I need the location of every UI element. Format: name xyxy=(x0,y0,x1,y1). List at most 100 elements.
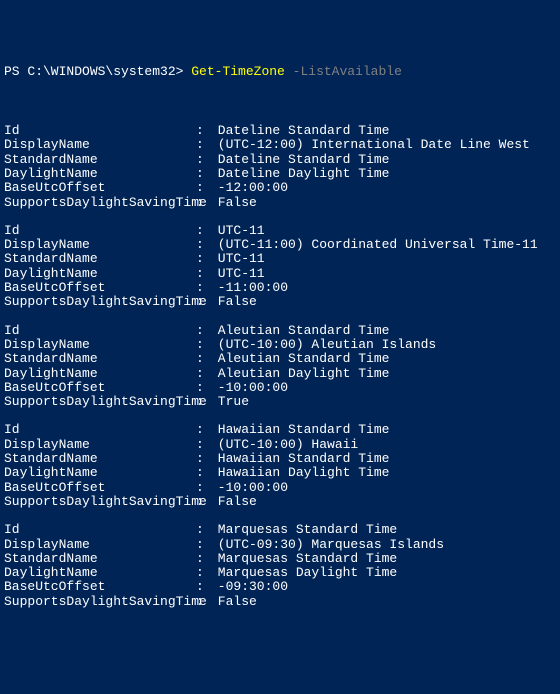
property-label: DaylightName xyxy=(4,466,196,480)
property-row: StandardName: Dateline Standard Time xyxy=(4,153,556,167)
colon: : xyxy=(196,523,210,537)
property-value: Marquesas Standard Time xyxy=(210,552,397,566)
property-label: BaseUtcOffset xyxy=(4,381,196,395)
property-label: SupportsDaylightSavingTime xyxy=(4,395,196,409)
property-row: BaseUtcOffset: -11:00:00 xyxy=(4,281,556,295)
property-row: SupportsDaylightSavingTime: False xyxy=(4,595,556,609)
colon: : xyxy=(196,481,210,495)
property-label: DaylightName xyxy=(4,267,196,281)
colon: : xyxy=(196,224,210,238)
property-value: False xyxy=(210,495,257,509)
property-value: Dateline Daylight Time xyxy=(210,167,389,181)
colon: : xyxy=(196,352,210,366)
property-label: DisplayName xyxy=(4,138,196,152)
property-label: DaylightName xyxy=(4,167,196,181)
property-row: DaylightName: UTC-11 xyxy=(4,267,556,281)
property-row: Id: Marquesas Standard Time xyxy=(4,523,556,537)
property-row: Id: Hawaiian Standard Time xyxy=(4,423,556,437)
colon: : xyxy=(196,267,210,281)
colon: : xyxy=(196,452,210,466)
prompt-path: PS C:\WINDOWS\system32> xyxy=(4,64,191,79)
colon: : xyxy=(196,381,210,395)
colon: : xyxy=(196,196,210,210)
property-row: DaylightName: Aleutian Daylight Time xyxy=(4,367,556,381)
property-row: SupportsDaylightSavingTime: False xyxy=(4,196,556,210)
property-row: BaseUtcOffset: -10:00:00 xyxy=(4,481,556,495)
colon: : xyxy=(196,138,210,152)
property-value: Marquesas Daylight Time xyxy=(210,566,397,580)
property-row: SupportsDaylightSavingTime: False xyxy=(4,495,556,509)
property-value: -10:00:00 xyxy=(210,481,288,495)
property-label: Id xyxy=(4,224,196,238)
colon: : xyxy=(196,295,210,309)
property-label: Id xyxy=(4,124,196,138)
property-label: StandardName xyxy=(4,552,196,566)
colon: : xyxy=(196,595,210,609)
property-value: UTC-11 xyxy=(210,224,265,238)
property-label: BaseUtcOffset xyxy=(4,580,196,594)
property-value: True xyxy=(210,395,249,409)
property-value: -10:00:00 xyxy=(210,381,288,395)
property-label: SupportsDaylightSavingTime xyxy=(4,595,196,609)
property-value: Aleutian Standard Time xyxy=(210,352,389,366)
property-row: Id: UTC-11 xyxy=(4,224,556,238)
property-value: (UTC-11:00) Coordinated Universal Time-1… xyxy=(210,238,538,252)
property-label: SupportsDaylightSavingTime xyxy=(4,196,196,210)
colon: : xyxy=(196,252,210,266)
property-row: DisplayName: (UTC-11:00) Coordinated Uni… xyxy=(4,238,556,252)
property-label: DaylightName xyxy=(4,566,196,580)
colon: : xyxy=(196,566,210,580)
property-value: False xyxy=(210,196,257,210)
property-row: StandardName: UTC-11 xyxy=(4,252,556,266)
property-value: Hawaiian Daylight Time xyxy=(210,466,389,480)
property-row: StandardName: Marquesas Standard Time xyxy=(4,552,556,566)
property-value: (UTC-10:00) Aleutian Islands xyxy=(210,338,436,352)
command-line[interactable]: PS C:\WINDOWS\system32> Get-TimeZone -Li… xyxy=(4,65,556,79)
timezone-block: Id: Hawaiian Standard TimeDisplayName: (… xyxy=(4,423,556,509)
property-row: DaylightName: Hawaiian Daylight Time xyxy=(4,466,556,480)
property-row: BaseUtcOffset: -09:30:00 xyxy=(4,580,556,594)
property-label: BaseUtcOffset xyxy=(4,281,196,295)
property-label: DisplayName xyxy=(4,238,196,252)
property-row: DaylightName: Marquesas Daylight Time xyxy=(4,566,556,580)
property-row: DaylightName: Dateline Daylight Time xyxy=(4,167,556,181)
cmdlet-param: -ListAvailable xyxy=(285,64,402,79)
property-row: BaseUtcOffset: -12:00:00 xyxy=(4,181,556,195)
property-value: Aleutian Daylight Time xyxy=(210,367,389,381)
colon: : xyxy=(196,124,210,138)
property-label: SupportsDaylightSavingTime xyxy=(4,495,196,509)
property-label: Id xyxy=(4,324,196,338)
property-label: DaylightName xyxy=(4,367,196,381)
cmdlet-name: Get-TimeZone xyxy=(191,64,285,79)
property-row: Id: Aleutian Standard Time xyxy=(4,324,556,338)
property-label: Id xyxy=(4,523,196,537)
property-value: UTC-11 xyxy=(210,267,265,281)
property-row: StandardName: Aleutian Standard Time xyxy=(4,352,556,366)
property-label: DisplayName xyxy=(4,438,196,452)
colon: : xyxy=(196,438,210,452)
property-label: DisplayName xyxy=(4,538,196,552)
property-value: Hawaiian Standard Time xyxy=(210,452,389,466)
property-value: Dateline Standard Time xyxy=(210,153,389,167)
colon: : xyxy=(196,167,210,181)
colon: : xyxy=(196,552,210,566)
output-area: Id: Dateline Standard TimeDisplayName: (… xyxy=(4,124,556,609)
property-row: StandardName: Hawaiian Standard Time xyxy=(4,452,556,466)
property-value: Marquesas Standard Time xyxy=(210,523,397,537)
property-value: (UTC-09:30) Marquesas Islands xyxy=(210,538,444,552)
colon: : xyxy=(196,580,210,594)
property-label: Id xyxy=(4,423,196,437)
colon: : xyxy=(196,367,210,381)
property-row: DisplayName: (UTC-10:00) Aleutian Island… xyxy=(4,338,556,352)
property-label: SupportsDaylightSavingTime xyxy=(4,295,196,309)
property-value: -12:00:00 xyxy=(210,181,288,195)
timezone-block: Id: Marquesas Standard TimeDisplayName: … xyxy=(4,523,556,609)
colon: : xyxy=(196,423,210,437)
colon: : xyxy=(196,338,210,352)
property-row: DisplayName: (UTC-09:30) Marquesas Islan… xyxy=(4,538,556,552)
property-row: DisplayName: (UTC-12:00) International D… xyxy=(4,138,556,152)
property-value: (UTC-10:00) Hawaii xyxy=(210,438,358,452)
property-value: Dateline Standard Time xyxy=(210,124,389,138)
property-row: SupportsDaylightSavingTime: True xyxy=(4,395,556,409)
colon: : xyxy=(196,181,210,195)
